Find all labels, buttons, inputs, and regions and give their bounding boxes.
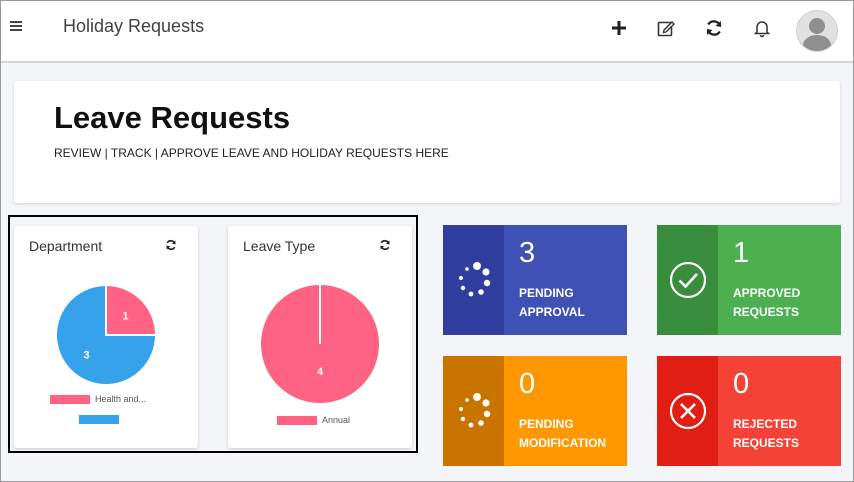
check-circle-icon bbox=[669, 261, 706, 299]
refresh-icon[interactable] bbox=[703, 17, 725, 39]
header-card: Leave Requests REVIEW | TRACK | APPROVE … bbox=[14, 81, 840, 203]
tile-label: PENDING MODIFICATION bbox=[519, 415, 619, 453]
legend-label: Annual bbox=[322, 415, 351, 425]
tile-label-line: PENDING bbox=[519, 286, 574, 300]
department-chart-card: Department 13 Health and... bbox=[14, 226, 198, 448]
tile-icon-area bbox=[657, 225, 718, 335]
legend-item[interactable]: Health and... bbox=[50, 394, 146, 404]
top-bar: Holiday Requests bbox=[1, 1, 853, 63]
spinner-icon bbox=[458, 262, 490, 297]
tile-icon-area bbox=[443, 225, 504, 335]
tile-value: 0 bbox=[733, 368, 750, 400]
tile-value: 3 bbox=[519, 237, 536, 269]
pie-slice[interactable] bbox=[105, 283, 158, 336]
tile-label: APPROVED REQUESTS bbox=[733, 284, 833, 322]
legend-swatch bbox=[277, 415, 317, 425]
tile-value: 0 bbox=[519, 368, 536, 400]
approved-requests-tile[interactable]: 1 APPROVED REQUESTS bbox=[657, 225, 841, 335]
rejected-requests-tile[interactable]: 0 REJECTED REQUESTS bbox=[657, 356, 841, 466]
tile-label-line: REQUESTS bbox=[733, 305, 800, 319]
spinner-icon bbox=[458, 393, 490, 428]
tile-label-line: REJECTED bbox=[733, 417, 798, 431]
tile-value: 1 bbox=[733, 237, 750, 269]
tile-icon-area bbox=[443, 356, 504, 466]
legend-label: Health and... bbox=[95, 394, 147, 404]
refresh-icon[interactable] bbox=[164, 238, 178, 252]
tile-label-line: APPROVAL bbox=[519, 305, 585, 319]
tile-label-line: APPROVED bbox=[733, 286, 801, 300]
tile-label-line: MODIFICATION bbox=[519, 436, 607, 450]
legend-swatch bbox=[79, 415, 119, 424]
tile-icon-area bbox=[657, 356, 718, 466]
legend-swatch bbox=[50, 394, 90, 404]
department-pie-chart: 13 bbox=[55, 283, 158, 386]
page-subtitle: REVIEW | TRACK | APPROVE LEAVE AND HOLID… bbox=[54, 146, 449, 160]
page-title: Leave Requests bbox=[54, 100, 291, 135]
tile-label: PENDING APPROVAL bbox=[519, 284, 619, 322]
edit-icon[interactable] bbox=[655, 17, 677, 39]
tile-label-line: PENDING bbox=[519, 417, 574, 431]
tile-label: REJECTED REQUESTS bbox=[733, 415, 833, 453]
pie-value-label: 3 bbox=[83, 349, 89, 361]
plus-icon[interactable] bbox=[608, 17, 630, 39]
app-title: Holiday Requests bbox=[63, 16, 205, 36]
pending-modification-tile[interactable]: 0 PENDING MODIFICATION bbox=[443, 356, 627, 466]
leave-type-pie-chart: 4 bbox=[259, 283, 381, 405]
pie-value-label: 4 bbox=[317, 366, 324, 378]
user-icon bbox=[802, 18, 832, 51]
legend-item[interactable] bbox=[79, 415, 124, 424]
close-circle-icon bbox=[669, 392, 706, 430]
pie-value-label: 1 bbox=[122, 311, 128, 323]
bell-icon[interactable] bbox=[751, 17, 773, 39]
leave-type-chart-card: Leave Type 4 Annual bbox=[228, 226, 412, 448]
legend-item[interactable]: Annual bbox=[277, 415, 350, 425]
refresh-icon[interactable] bbox=[378, 238, 392, 252]
tile-label-line: REQUESTS bbox=[733, 436, 800, 450]
chart-title: Leave Type bbox=[243, 238, 316, 254]
hamburger-menu-icon[interactable] bbox=[10, 21, 22, 33]
chart-title: Department bbox=[29, 238, 103, 254]
avatar[interactable] bbox=[796, 10, 838, 52]
pending-approval-tile[interactable]: 3 PENDING APPROVAL bbox=[443, 225, 627, 335]
